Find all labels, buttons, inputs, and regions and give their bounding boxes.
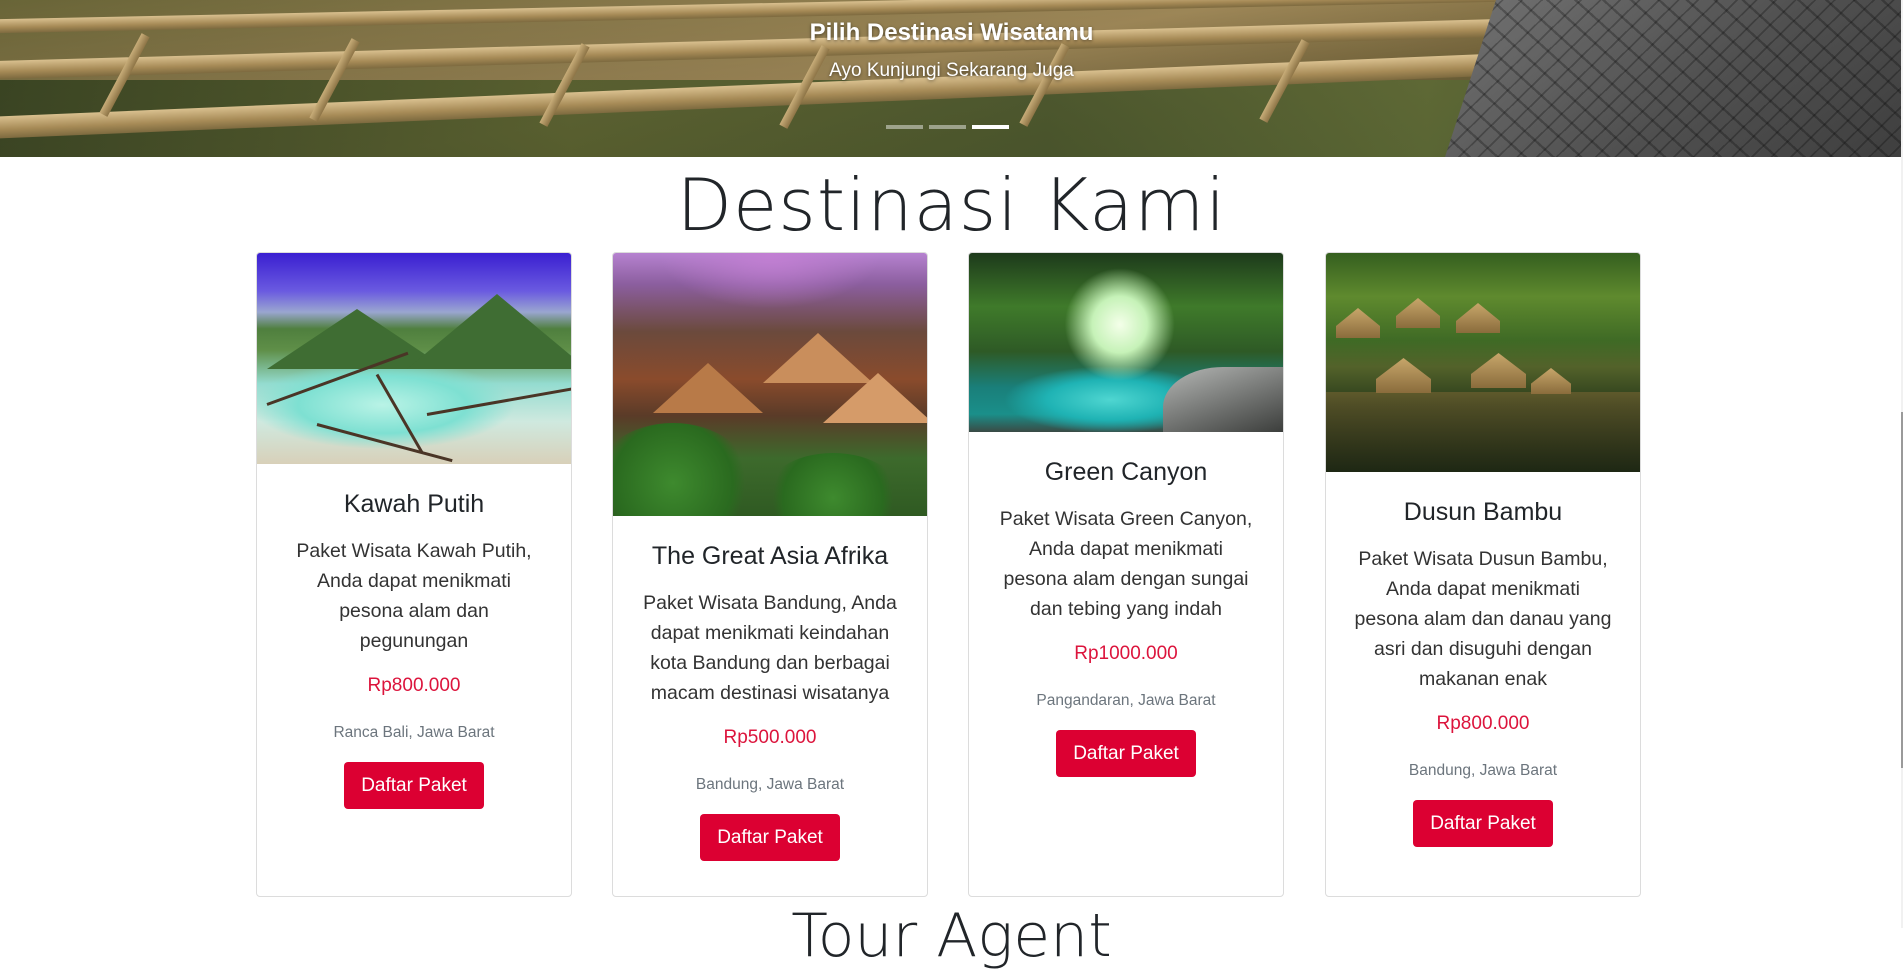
destination-card: Dusun Bambu Paket Wisata Dusun Bambu, An… [1325,252,1641,897]
image-lake [1326,392,1640,472]
card-title: Kawah Putih [343,490,485,518]
image-hut [653,363,763,413]
destination-card: The Great Asia Afrika Paket Wisata Bandu… [612,252,928,897]
card-title: The Great Asia Afrika [651,542,889,570]
image-fern [613,423,753,516]
image-hut [1531,368,1571,394]
carousel-indicator-1[interactable] [886,120,923,134]
card-title: Green Canyon [1044,458,1208,486]
card-body: The Great Asia Afrika Paket Wisata Bandu… [613,516,927,861]
hero-subtitle: Ayo Kunjungi Sekarang Juga [829,60,1074,81]
card-body: Dusun Bambu Paket Wisata Dusun Bambu, An… [1326,472,1640,847]
image-hut [1396,298,1440,328]
card-description: Paket Wisata Green Canyon, Anda dapat me… [999,508,1253,620]
daftar-paket-button[interactable]: Daftar Paket [1413,800,1553,847]
image-branch [426,386,571,416]
destination-image [1326,253,1640,472]
image-hut [1336,308,1380,338]
image-mountain [407,294,571,369]
card-price: Rp500.000 [723,727,817,748]
card-description: Paket Wisata Bandung, Anda dapat menikma… [643,592,897,704]
destination-image [613,253,927,516]
destination-image [969,253,1283,432]
card-location: Bandung, Jawa Barat [1408,762,1558,779]
card-price: Rp1000.000 [1074,643,1178,664]
destination-card: Kawah Putih Paket Wisata Kawah Putih, An… [256,252,572,897]
carousel-indicator-3[interactable] [972,120,1009,134]
carousel-indicators [886,120,1009,134]
section-title: Destinasi Kami [676,163,1227,247]
card-location: Pangandaran, Jawa Barat [1036,692,1216,709]
destination-card: Green Canyon Paket Wisata Green Canyon, … [968,252,1284,897]
card-price: Rp800.000 [367,675,461,696]
next-section-title: Tour Agent [791,901,1112,971]
card-location: Bandung, Jawa Barat [695,776,845,793]
card-description: Paket Wisata Dusun Bambu, Anda dapat men… [1354,548,1612,690]
daftar-paket-button[interactable]: Daftar Paket [700,814,840,861]
hero-carousel[interactable]: Pilih Destinasi Wisatamu Ayo Kunjungi Se… [0,0,1901,157]
image-hut [1471,353,1526,388]
image-hut [1376,358,1431,393]
image-hut [823,373,927,423]
daftar-paket-button[interactable]: Daftar Paket [344,762,484,809]
card-description: Paket Wisata Kawah Putih, Anda dapat men… [296,540,532,652]
card-title: Dusun Bambu [1403,498,1563,526]
image-hut [1456,303,1500,333]
card-body: Green Canyon Paket Wisata Green Canyon, … [969,432,1283,777]
carousel-indicator-2[interactable] [929,120,966,134]
hero-title: Pilih Destinasi Wisatamu [809,19,1094,46]
card-location: Ranca Bali, Jawa Barat [333,724,495,741]
card-price: Rp800.000 [1436,713,1530,734]
image-fern [763,453,903,516]
card-body: Kawah Putih Paket Wisata Kawah Putih, An… [257,464,571,809]
image-rock [1163,367,1283,432]
hero-caption: Pilih Destinasi Wisatamu Ayo Kunjungi Se… [0,16,1901,85]
image-branch [316,423,453,463]
destination-image [257,253,571,464]
daftar-paket-button[interactable]: Daftar Paket [1056,730,1196,777]
